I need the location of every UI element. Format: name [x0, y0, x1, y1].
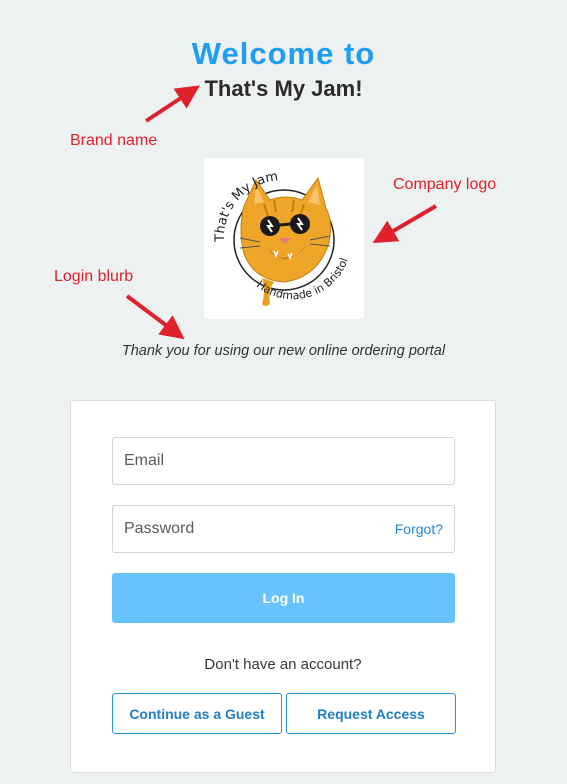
- company-logo: That's My Jam Handmade in Bristol: [204, 158, 364, 319]
- email-field[interactable]: [112, 437, 455, 485]
- password-field[interactable]: Forgot?: [112, 505, 455, 553]
- no-account-text: Don't have an account?: [204, 656, 362, 673]
- continue-as-guest-button[interactable]: Continue as a Guest: [112, 693, 282, 734]
- login-button[interactable]: Log In: [112, 573, 455, 623]
- email-input[interactable]: [113, 452, 454, 470]
- cat-logo-image: That's My Jam Handmade in Bristol: [213, 169, 351, 306]
- login-card: Forgot? Log In Don't have an account? Co…: [70, 400, 496, 773]
- arrow-to-company-logo: [372, 204, 438, 244]
- request-access-button[interactable]: Request Access: [286, 693, 456, 734]
- forgot-password-link[interactable]: Forgot?: [395, 521, 454, 537]
- password-input[interactable]: [113, 520, 395, 538]
- login-blurb: Thank you for using our new online order…: [121, 343, 446, 359]
- arrow-to-login-blurb: [125, 294, 185, 340]
- arrow-to-brand-name: [144, 85, 201, 123]
